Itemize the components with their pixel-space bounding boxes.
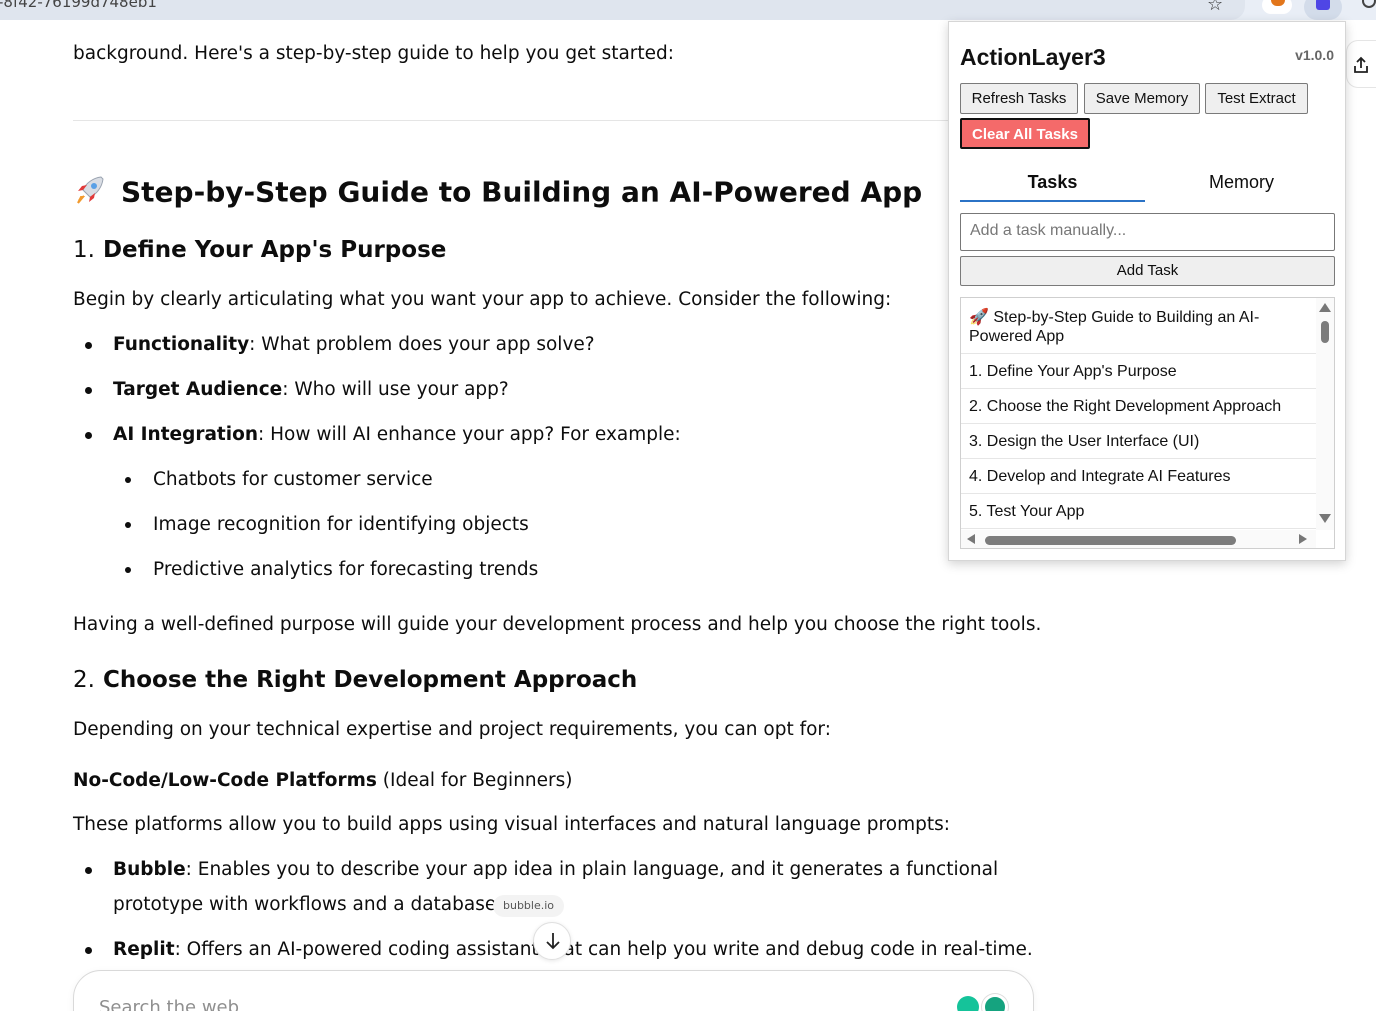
task-item[interactable]: 3. Design the User Interface (UI) [961,424,1316,459]
main-heading: Step-by-Step Guide to Building an AI-Pow… [73,173,922,214]
citation-badge[interactable]: bubble.io [493,895,565,917]
clear-all-tasks-button[interactable]: Clear All Tasks [960,118,1090,149]
bullet [85,342,92,349]
address-bar[interactable]: -8f42-76199d748eb1 [0,0,1245,20]
list-item-bold: Functionality [113,334,250,355]
sub-bullet [125,567,131,573]
task-item[interactable]: 5. Test Your App [961,494,1316,529]
list-item-bold: AI Integration [113,424,259,445]
list-item-bold: Bubble [113,859,186,880]
task-item[interactable]: 🚀 Step-by-Step Guide to Building an AI- … [961,308,1316,354]
list-item-text: : Who will use your app? [282,379,509,400]
list-item-bold: Replit [113,939,175,960]
intro-text: background. Here's a step-by-step guide … [73,43,675,64]
refresh-tasks-button[interactable]: Refresh Tasks [960,83,1078,114]
task-item[interactable]: 4. Develop and Integrate AI Features [961,459,1316,494]
extension-version: v1.0.0 [1295,47,1334,63]
divider [73,120,953,121]
section1-intro: Begin by clearly articulating what you w… [73,289,892,310]
bullet [85,432,92,439]
rocket-icon [73,173,107,214]
list-item-text: : How will AI enhance your app? For exam… [258,424,681,445]
list-item-text: : Enables you to describe your app idea … [185,859,999,880]
save-memory-button[interactable]: Save Memory [1084,83,1200,114]
list-item: Replit: Offers an AI-powered coding assi… [113,935,1033,965]
add-task-button[interactable]: Add Task [960,256,1335,286]
bullet [85,387,92,394]
list-item-bold: Target Audience [113,379,283,400]
profile-icon[interactable] [1358,0,1376,20]
subheading-bold: No-Code/Low-Code Platforms [73,770,377,791]
scroll-left-icon[interactable] [967,534,975,544]
arrow-down-icon [546,933,560,950]
section2-title: Choose the Right Development Approach [102,667,638,693]
scroll-thumb[interactable] [1321,321,1329,343]
subheading-rest: (Ideal for Beginners) [376,770,573,791]
scroll-down-icon[interactable] [1319,514,1331,523]
search-box[interactable]: Search the web [73,970,1034,1011]
task-item[interactable]: 2. Choose the Right Development Approach [961,389,1316,424]
grammarly-icon[interactable] [982,994,1008,1011]
section1-outro: Having a well-defined purpose will guide… [73,614,1042,635]
scroll-thumb[interactable] [985,536,1236,545]
task-input[interactable]: Add a task manually... [960,213,1335,251]
list-item: AI Integration: How will AI enhance your… [113,420,681,450]
metamask-extension-icon[interactable] [1262,0,1292,14]
vertical-scrollbar[interactable] [1316,298,1334,530]
section2-intro: Depending on your technical expertise an… [73,719,831,740]
task-list: 🚀 Step-by-Step Guide to Building an AI- … [960,297,1335,549]
sub-list-item: Predictive analytics for forecasting tre… [153,559,539,580]
browser-toolbar: -8f42-76199d748eb1 ☆ [0,0,1376,20]
bullet [85,947,92,954]
sub-bullet [125,477,131,483]
share-button[interactable] [1346,40,1376,88]
search-input-placeholder[interactable]: Search the web [99,997,239,1011]
list-item-text: : What problem does your app solve? [249,334,595,355]
platforms-intro: These platforms allow you to build apps … [73,814,950,835]
list-item-text: : Offers an AI-powered coding assistant … [174,939,1033,960]
actionlayer-extension-icon[interactable] [1304,0,1342,20]
task-item-line: Powered App [969,328,1065,345]
horizontal-scrollbar[interactable] [961,530,1316,548]
task-item[interactable]: 1. Define Your App's Purpose [961,354,1316,389]
share-icon [1354,56,1368,73]
tab-tasks[interactable]: Tasks [960,172,1145,193]
section2-subheading: No-Code/Low-Code Platforms (Ideal for Be… [73,770,573,791]
list-item: Bubble: Enables you to describe your app… [113,855,998,885]
section1-heading: 1. Define Your App's Purpose [73,237,446,263]
grammarly-plus-icon[interactable] [957,996,979,1011]
extension-title: ActionLayer3 [960,44,1106,70]
main-heading-text: Step-by-Step Guide to Building an AI-Pow… [121,175,923,209]
section2-number: 2. [73,667,95,693]
section1-number: 1. [73,237,95,263]
section2-heading: 2. Choose the Right Development Approach [73,667,637,693]
extension-popup: ActionLayer3 v1.0.0 Refresh Tasks Save M… [948,21,1346,561]
scroll-up-icon[interactable] [1319,303,1331,312]
active-tab-indicator [960,200,1145,202]
sub-list-item: Chatbots for customer service [153,469,433,490]
list-item: Functionality: What problem does your ap… [113,330,595,360]
scroll-right-icon[interactable] [1299,534,1307,544]
bookmark-star-icon[interactable]: ☆ [1207,0,1223,15]
list-item-continuation: prototype with workflows and a database. [113,894,503,915]
section1-title: Define Your App's Purpose [102,237,447,263]
task-item-line: 🚀 Step-by-Step Guide to Building an AI- [969,309,1260,326]
tab-memory[interactable]: Memory [1149,172,1334,193]
sub-bullet [125,522,131,528]
scroll-down-button[interactable] [533,922,571,960]
sub-list-item: Image recognition for identifying object… [153,514,529,535]
list-item: Target Audience: Who will use your app? [113,375,509,405]
test-extract-button[interactable]: Test Extract [1205,83,1308,114]
address-bar-url: -8f42-76199d748eb1 [0,0,157,11]
bullet [85,867,92,874]
